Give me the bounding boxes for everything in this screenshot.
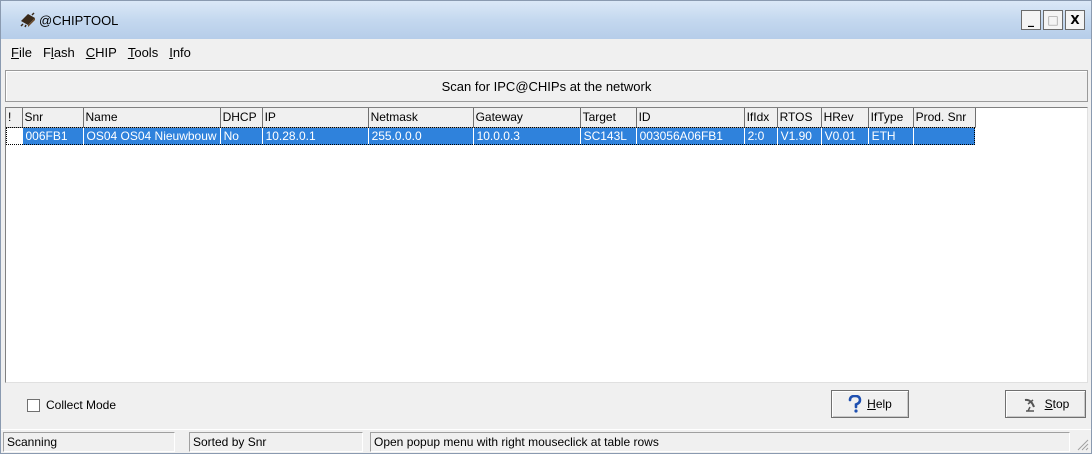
col-header-rtos[interactable]: RTOS — [777, 108, 822, 128]
collect-mode-label: Collect Mode — [46, 398, 117, 412]
app-window: @CHIPTOOL _ □ X File Flash CHIP Tools In… — [0, 0, 1092, 454]
cell-target: SC143L — [580, 127, 637, 145]
menu-info[interactable]: Info — [165, 45, 198, 60]
col-header-snr[interactable]: Snr — [22, 108, 84, 128]
col-header-name[interactable]: Name — [83, 108, 221, 128]
col-header-prod-snr[interactable]: Prod. Snr — [913, 108, 976, 128]
cell-iftype: ETH — [868, 127, 914, 145]
menu-bar: File Flash CHIP Tools Info — [1, 39, 1091, 65]
table-header-row: ! Snr Name DHCP IP Netmask Gateway Targe… — [6, 108, 976, 128]
resize-grip-icon[interactable] — [1075, 437, 1089, 451]
stop-button[interactable]: Stop — [1005, 390, 1086, 418]
col-header-iftype[interactable]: IfType — [868, 108, 914, 128]
cell-hrev: V0.01 — [821, 127, 869, 145]
cell-gateway: 10.0.0.3 — [473, 127, 581, 145]
cell-netmask: 255.0.0.0 — [368, 127, 474, 145]
col-header-hrev[interactable]: HRev — [821, 108, 869, 128]
col-header-flag[interactable]: ! — [6, 108, 23, 128]
chip-app-icon — [20, 12, 35, 28]
help-button[interactable]: Help — [831, 390, 909, 418]
cell-name: OS04 OS04 Nieuwbouw — [83, 127, 221, 145]
cell-dhcp: No — [220, 127, 263, 145]
cell-rtos: V1.90 — [777, 127, 822, 145]
col-header-ip[interactable]: IP — [262, 108, 369, 128]
status-sort: Sorted by Snr — [189, 432, 363, 452]
menu-flash[interactable]: Flash — [39, 45, 82, 60]
col-header-id[interactable]: ID — [636, 108, 745, 128]
collect-mode-toggle[interactable]: Collect Mode — [27, 398, 116, 412]
collect-mode-checkbox[interactable] — [27, 398, 40, 412]
cell-snr: 006FB1 — [22, 127, 84, 145]
cell-id: 003056A06FB1 — [636, 127, 745, 145]
col-header-gateway[interactable]: Gateway — [473, 108, 581, 128]
col-header-netmask[interactable]: Netmask — [368, 108, 474, 128]
minimize-button[interactable]: _ — [1021, 10, 1041, 30]
cell-prod-snr — [913, 127, 976, 145]
status-scanning: Scanning — [3, 432, 175, 452]
status-bar: Scanning Sorted by Snr Open popup menu w… — [1, 429, 1091, 453]
col-header-ifidx[interactable]: IfIdx — [744, 108, 778, 128]
col-header-dhcp[interactable]: DHCP — [220, 108, 263, 128]
window-title: @CHIPTOOL — [39, 13, 119, 28]
status-hint: Open popup menu with right mouseclick at… — [370, 432, 1070, 452]
col-header-target[interactable]: Target — [580, 108, 637, 128]
scan-network-button[interactable]: Scan for IPC@CHIPs at the network — [5, 70, 1088, 102]
table-row[interactable]: 006FB1 OS04 OS04 Nieuwbouw No 10.28.0.1 … — [6, 127, 976, 145]
menu-tools[interactable]: Tools — [124, 45, 165, 60]
close-button[interactable]: X — [1065, 10, 1085, 30]
satellite-dish-icon — [1024, 398, 1035, 412]
menu-file[interactable]: File — [7, 45, 39, 60]
question-mark-icon — [848, 395, 862, 413]
cell-flag — [6, 127, 23, 145]
title-bar[interactable]: @CHIPTOOL _ □ X — [1, 1, 1091, 39]
bottom-controls: Collect Mode Help Stop — [5, 390, 1088, 420]
cell-ifidx: 2:0 — [744, 127, 778, 145]
maximize-button[interactable]: □ — [1043, 10, 1063, 30]
cell-ip: 10.28.0.1 — [262, 127, 369, 145]
chip-table[interactable]: ! Snr Name DHCP IP Netmask Gateway Targe… — [5, 107, 1088, 383]
menu-chip[interactable]: CHIP — [82, 45, 124, 60]
